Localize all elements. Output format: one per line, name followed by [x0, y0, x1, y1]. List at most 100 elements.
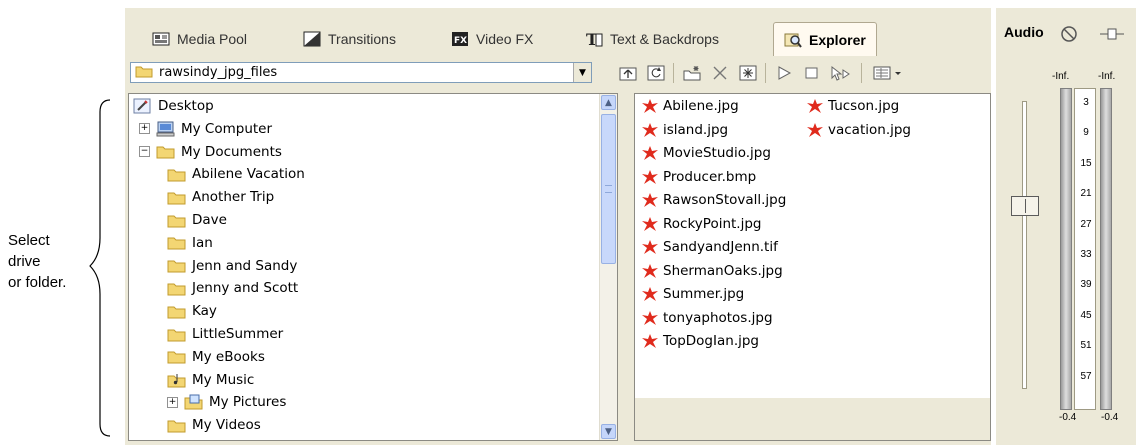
refresh-icon	[647, 65, 665, 81]
folder-icon	[156, 144, 175, 160]
video-fx-icon: FX	[451, 31, 469, 47]
add-to-project-button[interactable]	[737, 62, 759, 84]
tab-label: Text & Backdrops	[610, 31, 719, 47]
chevron-down-icon[interactable]: ▼	[573, 63, 591, 82]
tab-text-backdrops[interactable]: T Text & Backdrops	[585, 26, 719, 52]
image-file-icon	[641, 122, 659, 138]
auto-preview-icon	[831, 65, 850, 81]
level-meter-left	[1060, 88, 1072, 410]
expand-icon[interactable]: +	[139, 123, 150, 135]
file-item[interactable]: ShermanOaks.jpg	[641, 260, 783, 282]
up-folder-button[interactable]	[617, 62, 639, 84]
tree-item[interactable]: Desktop	[133, 95, 214, 117]
annotation-line: Select	[8, 232, 50, 249]
new-folder-button[interactable]	[681, 62, 703, 84]
meter-tick: 27	[1080, 218, 1092, 230]
file-item[interactable]: SandyandJenn.tif	[641, 236, 778, 258]
tree-item[interactable]: Abilene Vacation	[167, 163, 305, 185]
tree-item[interactable]: My Videos	[167, 414, 261, 436]
views-button[interactable]	[871, 62, 905, 84]
expand-icon[interactable]: +	[167, 396, 178, 408]
tree-item[interactable]: Jenny and Scott	[167, 277, 298, 299]
image-file-icon	[641, 239, 659, 255]
image-file-icon	[641, 98, 659, 114]
meter-tick: 33	[1080, 249, 1092, 260]
file-name: ShermanOaks.jpg	[663, 262, 783, 279]
tree-item-label: My Documents	[181, 143, 282, 160]
refresh-button[interactable]	[645, 62, 667, 84]
file-item[interactable]: tonyaphotos.jpg	[641, 307, 773, 329]
tree-item-label: Jenny and Scott	[192, 280, 299, 297]
tab-transitions[interactable]: Transitions	[303, 26, 396, 52]
tree-item[interactable]: My eBooks	[167, 346, 265, 368]
play-button[interactable]	[773, 62, 795, 84]
file-name: Abilene.jpg	[663, 98, 739, 114]
tree-item-label: My Videos	[192, 417, 261, 434]
auto-preview-button[interactable]	[829, 62, 851, 84]
delete-button[interactable]	[709, 62, 731, 84]
text-backdrops-icon: T	[585, 31, 603, 47]
tree-item[interactable]: LittleSummer	[167, 323, 283, 345]
image-file-icon	[641, 310, 659, 326]
transitions-icon	[303, 31, 321, 47]
file-item[interactable]: Summer.jpg	[641, 283, 744, 305]
tree-item[interactable]: My Music	[167, 369, 254, 391]
tab-explorer[interactable]: Explorer	[773, 22, 877, 57]
up-folder-icon	[619, 67, 637, 81]
file-name: TopDogIan.jpg	[663, 333, 759, 349]
file-item[interactable]: RawsonStovall.jpg	[641, 189, 786, 211]
file-item[interactable]: island.jpg	[641, 119, 728, 141]
volume-fader-track[interactable]	[1022, 101, 1027, 389]
tree-item[interactable]: Jenn and Sandy	[167, 255, 297, 277]
image-file-icon	[641, 333, 659, 349]
file-item[interactable]: TopDogIan.jpg	[641, 330, 759, 352]
file-item[interactable]: RockyPoint.jpg	[641, 213, 761, 235]
tab-video-fx[interactable]: FX Video FX	[451, 26, 533, 52]
folder-tree[interactable]: Desktop + My Computer − My Documents Abilene …	[128, 93, 618, 441]
stop-button[interactable]	[801, 62, 823, 84]
file-item[interactable]: vacation.jpg	[806, 119, 911, 141]
tree-item-label: My Music	[192, 371, 255, 388]
tree-item[interactable]: Dave	[167, 209, 227, 231]
scroll-thumb[interactable]	[601, 114, 616, 264]
toolbar-separator	[765, 63, 766, 83]
tree-item[interactable]: Another Trip	[167, 186, 274, 208]
explorer-icon	[784, 32, 802, 48]
peak-right: -Inf.	[1098, 71, 1116, 82]
mute-icon[interactable]	[1060, 25, 1078, 43]
meter-tick: 45	[1080, 309, 1092, 321]
file-item[interactable]: MovieStudio.jpg	[641, 142, 771, 164]
meter-tick: 51	[1080, 340, 1092, 352]
tree-scrollbar[interactable]: ▲ ▼	[599, 94, 617, 440]
file-item[interactable]: Tucson.jpg	[806, 95, 899, 117]
explorer-window: Media Pool Transitions FX Video FX T Tex…	[125, 8, 991, 445]
volume-fader-knob[interactable]	[1011, 196, 1039, 216]
computer-icon	[156, 121, 175, 137]
file-item[interactable]: Abilene.jpg	[641, 95, 739, 117]
file-list[interactable]: Abilene.jpg island.jpg MovieStudio.jpg Prod…	[634, 93, 991, 441]
pan-icon[interactable]	[1099, 25, 1125, 43]
path-dropdown[interactable]: rawsindy_jpg_files ▼	[130, 62, 592, 83]
image-file-icon	[641, 192, 659, 208]
meter-scale: 3 9 15 21 27 33 39 45 51 57	[1074, 88, 1096, 410]
media-pool-icon	[152, 31, 170, 47]
scroll-down-icon[interactable]: ▼	[601, 424, 616, 439]
tree-item-label: Abilene Vacation	[192, 166, 305, 183]
tree-item[interactable]: + My Pictures	[167, 391, 286, 413]
tree-item[interactable]: Ian	[167, 232, 213, 254]
folder-icon	[167, 189, 186, 205]
tree-item[interactable]: − My Documents	[139, 141, 282, 163]
tab-media-pool[interactable]: Media Pool	[152, 26, 247, 52]
scroll-up-icon[interactable]: ▲	[601, 95, 616, 110]
file-name: RawsonStovall.jpg	[663, 192, 787, 208]
folder-icon	[167, 349, 186, 365]
annotation-line: drive	[8, 253, 41, 270]
file-name: vacation.jpg	[828, 121, 911, 138]
collapse-icon[interactable]: −	[139, 146, 150, 158]
curly-brace-icon	[89, 99, 111, 437]
meter-tick: 21	[1080, 188, 1092, 200]
tree-item[interactable]: Kay	[167, 300, 217, 322]
file-item[interactable]: Producer.bmp	[641, 166, 756, 188]
tree-item[interactable]: + My Computer	[139, 118, 272, 140]
folder-icon	[167, 326, 186, 342]
